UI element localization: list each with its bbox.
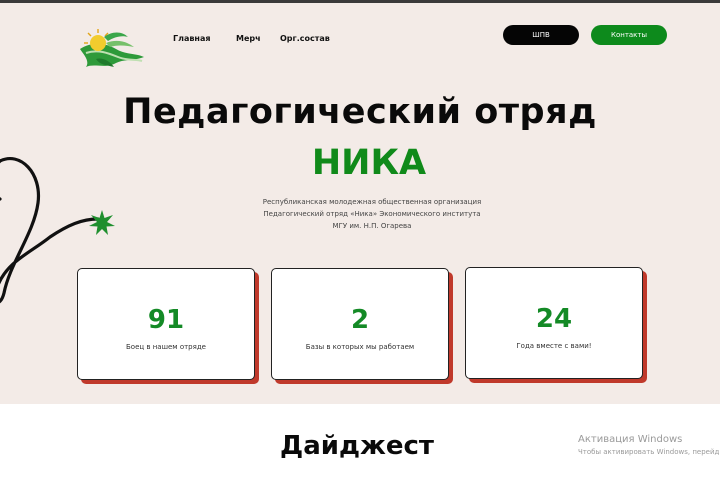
logo-icon[interactable] [76,23,148,73]
watermark-text: Чтобы активировать Windows, перейдит [578,448,720,456]
star-splat-icon [89,210,115,235]
stat-card: 24 Года вместе с вами! [465,267,643,379]
nav-org-link[interactable]: Орг.состав [280,34,330,43]
nav-home-link[interactable]: Главная [173,34,210,43]
page-title: Педагогический отряд [123,92,597,132]
stat-value: 24 [535,304,573,334]
description-line: Педагогический отряд «Ника» Экономическо… [263,210,481,218]
page-subtitle: НИКА [311,143,427,183]
stat-label: Года вместе с вами! [516,342,592,350]
hero-description: Республиканская молодежная общественная … [220,196,524,232]
description-line: Республиканская молодежная общественная … [262,198,482,206]
windows-activation-watermark: Активация Windows Чтобы активировать Win… [578,434,720,456]
nav-merch-link[interactable]: Мерч [236,34,261,43]
contacts-button[interactable]: Контакты [591,25,667,45]
shpv-button[interactable]: ШПВ [503,25,579,45]
stat-card: 2 Базы в которых мы работаем [271,268,449,380]
hero-section: Главная Мерч Орг.состав ШПВ Контакты Пед… [0,3,720,404]
stat-card: 91 Боец в нашем отряде [77,268,255,380]
stat-value: 2 [350,305,370,335]
stat-label: Базы в которых мы работаем [305,343,415,351]
watermark-title: Активация Windows [578,434,683,445]
stat-value: 91 [147,305,185,335]
description-line: МГУ им. Н.П. Огарева [332,222,412,230]
stat-label: Боец в нашем отряде [126,343,206,351]
